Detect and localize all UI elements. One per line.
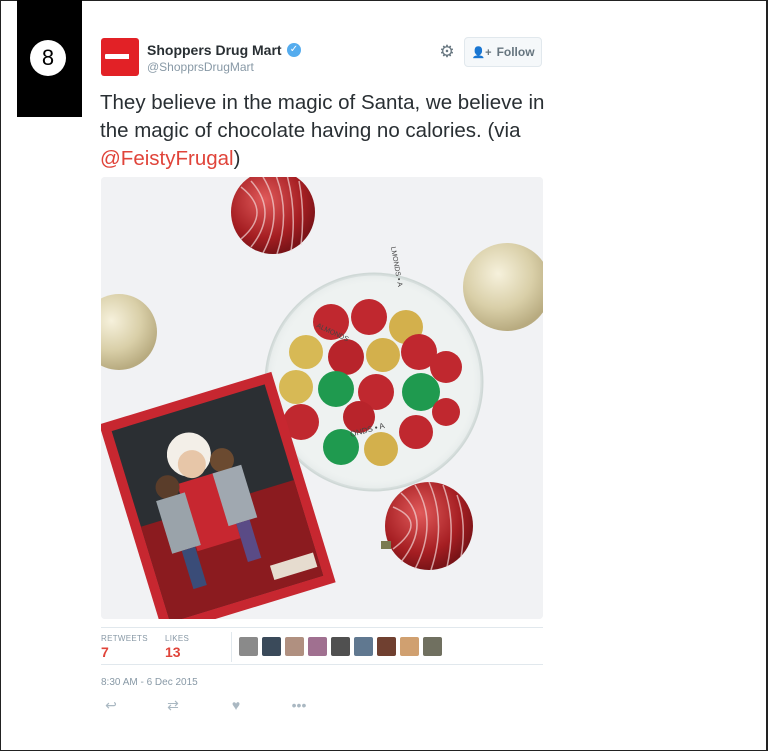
tweet-photo[interactable]: ONDS • A LMONDS • A ALMONDS [101, 177, 543, 619]
photo-illustration: ONDS • A LMONDS • A ALMONDS [101, 177, 543, 619]
liker-avatar[interactable] [285, 637, 304, 656]
retweet-icon[interactable]: ⇄ [163, 697, 183, 714]
verified-icon: ✓ [287, 43, 301, 57]
liker-avatar[interactable] [239, 637, 258, 656]
likes-label: LIKES [165, 634, 190, 643]
gear-icon[interactable]: ⚙ [438, 43, 456, 61]
timestamp[interactable]: 8:30 AM - 6 Dec 2015 [101, 677, 198, 688]
more-icon[interactable]: ••• [289, 697, 309, 713]
follow-label: Follow [496, 45, 535, 59]
liker-avatar[interactable] [308, 637, 327, 656]
heart-icon[interactable]: ♥ [226, 697, 246, 713]
reply-icon[interactable]: ↩ [101, 697, 121, 714]
liker-avatar[interactable] [262, 637, 281, 656]
tweet-body: They believe in the magic of Santa, we b… [100, 91, 545, 142]
liker-avatar[interactable] [423, 637, 442, 656]
mention-link[interactable]: @FeistyFrugal [100, 147, 234, 170]
liker-avatar[interactable] [377, 637, 396, 656]
likes-count[interactable]: 13 [165, 644, 181, 660]
retweets-label: RETWEETS [101, 634, 148, 643]
account-name[interactable]: Shoppers Drug Mart [147, 42, 282, 58]
retweets-count[interactable]: 7 [101, 644, 109, 660]
account-handle[interactable]: @ShopprsDrugMart [147, 60, 254, 74]
rank-number: 8 [30, 40, 66, 76]
follow-button[interactable]: 👤+ Follow [464, 37, 542, 67]
liker-avatar[interactable] [400, 637, 419, 656]
liker-avatars [239, 637, 442, 657]
liker-avatar[interactable] [331, 637, 350, 656]
account-avatar[interactable] [101, 38, 139, 76]
tweet-body-end: ) [233, 147, 241, 170]
brand-logo-icon [105, 54, 137, 59]
engagement-stats: RETWEETS 7 LIKES 13 [101, 627, 543, 665]
tweet-text: They believe in the magic of Santa, we b… [100, 89, 545, 173]
stats-divider [231, 632, 232, 662]
rank-badge: 8 [17, 0, 82, 117]
follow-user-icon: 👤+ [471, 46, 492, 59]
liker-avatar[interactable] [354, 637, 373, 656]
